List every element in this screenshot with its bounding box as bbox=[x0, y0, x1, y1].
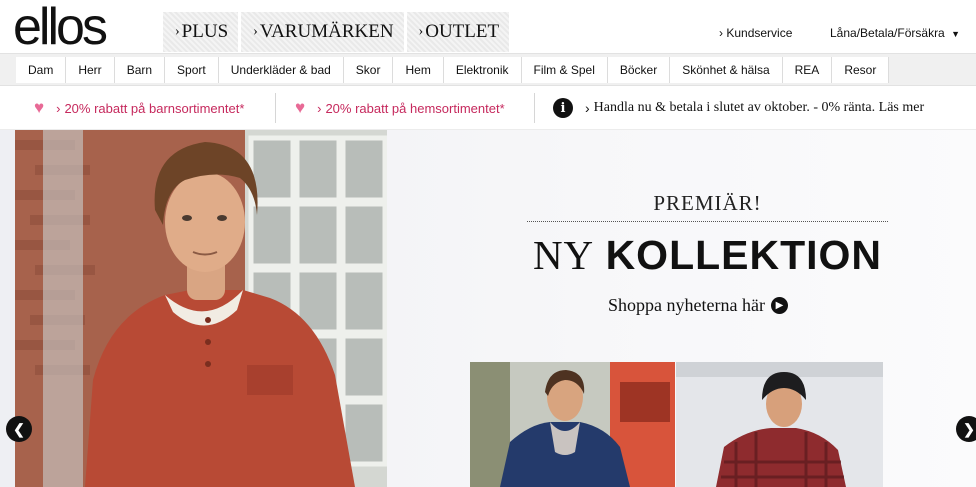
nav-item-bocker[interactable]: Böcker bbox=[607, 57, 671, 83]
promo-pay-later[interactable]: i › Handla nu & betala i slutet av oktob… bbox=[553, 86, 924, 130]
nav-item-film-spel[interactable]: Film & Spel bbox=[521, 57, 608, 83]
promo-divider bbox=[275, 93, 276, 123]
thumb-photo bbox=[676, 362, 883, 487]
tab-label: VARUMÄRKEN bbox=[259, 21, 394, 42]
promo-divider bbox=[534, 93, 535, 123]
customer-service-link[interactable]: › Kundservice bbox=[719, 26, 792, 40]
ellos-logo[interactable]: ellos bbox=[13, 1, 108, 53]
info-icon: i bbox=[553, 98, 573, 118]
nav-item-resor[interactable]: Resor bbox=[832, 57, 890, 83]
headline-light: NY bbox=[532, 232, 595, 278]
main-tabs: › PLUS › VARUMÄRKEN › OUTLET bbox=[163, 12, 510, 52]
nav-item-skonhet-halsa[interactable]: Skönhet & hälsa bbox=[670, 57, 783, 83]
shop-new-arrivals-link[interactable]: Shoppa nyheterna här ▶ bbox=[608, 295, 788, 316]
promo-home-label: 20% rabatt på hemsortimentet* bbox=[325, 100, 505, 116]
promo-pay-later-label: Handla nu & betala i slutet av oktober. … bbox=[593, 100, 925, 115]
hero-eyebrow: PREMIÄR! bbox=[653, 191, 762, 215]
chevron-right-icon: › bbox=[418, 24, 424, 39]
dropdown-arrow-icon: ▼ bbox=[951, 29, 960, 39]
arrow-right-icon: ▶ bbox=[770, 297, 788, 314]
tab-plus[interactable]: › PLUS bbox=[163, 12, 239, 52]
hero-divider bbox=[527, 221, 888, 222]
hero-carousel: PREMIÄR! NY KOLLEKTION Shoppa nyheterna … bbox=[0, 130, 976, 487]
cta-label: Shoppa nyheterna här bbox=[608, 295, 765, 315]
carousel-prev-button[interactable]: ❮ bbox=[6, 416, 32, 442]
promo-kids-label: 20% rabatt på barnsortimentet* bbox=[64, 100, 245, 116]
model-photo bbox=[15, 130, 387, 487]
tab-varumarken[interactable]: › VARUMÄRKEN bbox=[241, 12, 404, 52]
loan-pay-insure-menu[interactable]: Låna/Betala/Försäkra ▼ bbox=[830, 26, 960, 40]
nav-item-hem[interactable]: Hem bbox=[393, 57, 444, 83]
site-header: ellos › PLUS › VARUMÄRKEN › OUTLET › Kun… bbox=[0, 0, 976, 53]
headline-bold: KOLLEKTION bbox=[605, 232, 883, 278]
carousel-next-button[interactable]: ❯ bbox=[956, 416, 976, 442]
hero-model-image[interactable] bbox=[15, 130, 387, 487]
promo-home[interactable]: ♥ › 20% rabatt på hemsortimentet* bbox=[295, 86, 505, 130]
chevron-right-icon: › bbox=[56, 100, 61, 116]
chevron-right-icon: › bbox=[317, 100, 322, 116]
product-thumb-flannel[interactable] bbox=[676, 362, 883, 487]
nav-item-herr[interactable]: Herr bbox=[66, 57, 115, 83]
heart-icon: ♥ bbox=[295, 98, 306, 117]
nav-item-underklader-bad[interactable]: Underkläder & bad bbox=[218, 57, 344, 83]
product-thumb-vest[interactable] bbox=[470, 362, 675, 487]
chevron-right-icon: › bbox=[719, 26, 723, 40]
thumb-photo bbox=[470, 362, 675, 487]
hero-headline: NY KOLLEKTION bbox=[527, 231, 888, 279]
chevron-right-icon: › bbox=[175, 24, 180, 39]
loan-pay-insure-label: Låna/Betala/Försäkra bbox=[830, 26, 945, 40]
chevron-right-icon: › bbox=[253, 24, 258, 39]
category-nav: Dam Herr Barn Sport Underkläder & bad Sk… bbox=[0, 53, 976, 86]
chevron-right-icon: › bbox=[585, 100, 590, 116]
promo-kids[interactable]: ♥ › 20% rabatt på barnsortimentet* bbox=[34, 86, 244, 130]
nav-item-elektronik[interactable]: Elektronik bbox=[443, 57, 522, 83]
heart-icon: ♥ bbox=[34, 98, 45, 117]
tab-outlet[interactable]: › OUTLET bbox=[406, 12, 510, 52]
promo-bar: ♥ › 20% rabatt på barnsortimentet* ♥ › 2… bbox=[0, 86, 976, 130]
nav-item-rea[interactable]: REA bbox=[782, 57, 833, 83]
customer-service-label: Kundservice bbox=[726, 26, 793, 40]
tab-label: OUTLET bbox=[425, 21, 500, 42]
nav-item-sport[interactable]: Sport bbox=[165, 57, 219, 83]
nav-item-dam[interactable]: Dam bbox=[16, 57, 67, 83]
tab-label: PLUS bbox=[181, 21, 229, 42]
nav-item-skor[interactable]: Skor bbox=[343, 57, 394, 83]
nav-item-barn[interactable]: Barn bbox=[114, 57, 166, 83]
